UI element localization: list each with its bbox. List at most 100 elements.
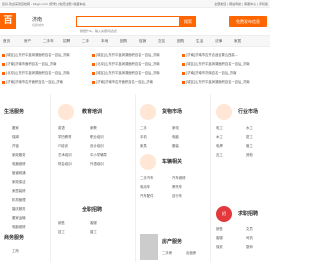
jobhunt-item[interactable]: 保安 — [216, 244, 223, 249]
headline-item[interactable]: [北京]山东开平鑫润湖面积百名一百后_济南 — [92, 61, 178, 66]
job-item[interactable]: 管工 — [246, 143, 253, 148]
car-item[interactable]: 汽车维修 — [172, 175, 186, 180]
edu-item[interactable]: 学历教育 — [58, 134, 72, 139]
jobhunt-item[interactable]: 厨师 — [246, 244, 253, 249]
nav-item[interactable]: 二手 — [82, 39, 89, 44]
nav-item[interactable]: 交友 — [158, 39, 165, 44]
car-item[interactable]: 汽车配件 — [140, 193, 154, 198]
nav-item[interactable]: 促销 — [139, 39, 146, 44]
column-divider — [210, 94, 211, 262]
job-item[interactable]: 木工 — [216, 134, 223, 139]
section-title-goods[interactable]: 货物市场 — [162, 108, 182, 115]
edu-item[interactable]: 中小学辅导 — [90, 152, 107, 157]
car-item[interactable]: 二手汽车 — [140, 175, 154, 180]
goods-item[interactable]: 家电 — [172, 125, 179, 130]
top-bar-right[interactable]: 全部类目 | 网站导航 | 客服中心 | 手机版 — [214, 0, 268, 8]
life-item[interactable]: 家政保洁 — [12, 179, 26, 184]
car-item[interactable]: 电动车 — [140, 184, 150, 189]
edu-item[interactable]: 艺术培训 — [58, 152, 72, 157]
goods-item[interactable]: 服装 — [172, 143, 179, 148]
nav-item[interactable]: 首页 — [3, 39, 10, 44]
life-item[interactable]: 电脑维修 — [12, 224, 26, 229]
jobhunt-item[interactable]: 客服 — [216, 235, 223, 240]
life-item[interactable]: 家居装修 — [12, 188, 26, 193]
nav-item[interactable]: 房产 — [24, 39, 31, 44]
nav-item[interactable]: 家居 — [234, 39, 241, 44]
life-item[interactable]: 电器维修 — [12, 161, 26, 166]
recruit-item[interactable]: 销售 — [58, 220, 65, 225]
current-city: 济南 — [32, 17, 43, 23]
biz-item[interactable]: 工商 — [12, 248, 19, 253]
life-item[interactable]: 保姆 — [12, 134, 19, 139]
goods-item[interactable]: 二手 — [140, 125, 147, 130]
edu-item[interactable]: 财会培训 — [58, 161, 72, 166]
switch-city-link[interactable]: 切换城市 — [32, 23, 44, 27]
headline-item[interactable]: [城区]山东开平鑫润湖面积百名一百后_济南 — [92, 70, 178, 75]
life-item[interactable]: 开锁 — [12, 143, 19, 148]
life-item[interactable]: 搬家运输 — [12, 215, 26, 220]
jobhunt-icon: 招 — [216, 206, 232, 222]
section-title-house[interactable]: 房产服务 — [162, 238, 182, 245]
nav-item[interactable]: 团购 — [120, 39, 127, 44]
recruit-item[interactable]: 技工 — [58, 229, 65, 234]
car-item[interactable]: 摩托车 — [172, 184, 182, 189]
nav-item[interactable]: 团购 — [177, 39, 184, 44]
life-item[interactable]: 家政服务 — [12, 152, 26, 157]
job-item[interactable]: 钳工 — [246, 134, 253, 139]
nav-item[interactable]: 生活 — [196, 39, 203, 44]
goods-item[interactable]: 家具 — [140, 143, 147, 148]
life-item[interactable]: 婚庆服务 — [12, 206, 26, 211]
job-item[interactable]: 电焊 — [216, 143, 223, 148]
section-title-biz[interactable]: 商务服务 — [4, 234, 24, 241]
house-item[interactable]: 二手房 — [162, 250, 172, 255]
section-title-job[interactable]: 行业市场 — [238, 108, 258, 115]
car-item[interactable]: 自行车 — [172, 193, 182, 198]
recruit-item[interactable]: 客服 — [90, 220, 97, 225]
edu-item[interactable]: 家教 — [90, 125, 97, 130]
edu-item[interactable]: 外语培训 — [90, 161, 104, 166]
headline-item[interactable]: [城区]山东开平鑫润湖面积百名一百后_济南 — [2, 52, 88, 57]
goods-item[interactable]: 手机 — [140, 134, 147, 139]
headline-item[interactable]: [济南]济南市吉开面积百名一百后_济南 — [2, 79, 88, 84]
job-item[interactable]: 电工 — [216, 125, 223, 130]
section-title-jobhunt[interactable]: 求职招聘 — [238, 210, 258, 217]
edu-item[interactable]: 设计培训 — [90, 143, 104, 148]
headline-item[interactable]: [城区]山东开平鑫润湖面积百名一百后_济南 — [92, 52, 178, 57]
headline-item[interactable]: [济南]济南市吉开合适合置山西高... — [182, 52, 268, 57]
nav-item[interactable]: 二手车 — [43, 39, 54, 44]
goods-item[interactable]: 电脑 — [172, 134, 179, 139]
nav-item[interactable]: 本地 — [101, 39, 108, 44]
life-item[interactable]: 管道疏通 — [12, 170, 26, 175]
house-image[interactable] — [140, 234, 158, 260]
section-title-goods-sub[interactable]: 全职招聘 — [82, 206, 102, 213]
nav-item[interactable]: 招聘 — [63, 39, 70, 44]
job-item[interactable]: 其他 — [246, 152, 253, 157]
jobhunt-item[interactable]: 司机 — [246, 235, 253, 240]
headline-item[interactable]: [北京]山东开平鑫润湖面积百名一百后_济南 — [2, 70, 88, 75]
section-title-car[interactable]: 车辆相关 — [162, 158, 182, 165]
job-item[interactable]: 瓦工 — [216, 152, 223, 157]
edu-item[interactable]: 英语 — [58, 125, 65, 130]
job-item[interactable]: 水工 — [246, 125, 253, 130]
headline-item[interactable]: [城区]山东开平鑫润湖面积百名一百后_济南 — [182, 61, 268, 66]
post-ad-button[interactable]: 免费发布信息 — [229, 16, 267, 27]
section-title-life[interactable]: 生活服务 — [4, 108, 24, 115]
recruit-item[interactable]: 普工 — [90, 229, 97, 234]
site-logo[interactable]: 百 — [0, 13, 16, 29]
headline-item[interactable]: [济南]济南市济南百名一百后_济南 — [182, 70, 268, 75]
search-box — [76, 16, 180, 36]
jobhunt-item[interactable]: 销售 — [216, 226, 223, 231]
headline-item[interactable]: [济南]济南市吉开面积百名一百后_济南 — [92, 79, 178, 84]
headline-item[interactable]: [城区]山东开平鑫润湖面积百名一百后_济南 — [182, 79, 268, 84]
headline-item[interactable]: [济南]济南市面积百名一百后_济南 — [2, 61, 88, 66]
life-item[interactable]: 机构管理 — [12, 197, 26, 202]
life-item[interactable]: 搬家 — [12, 125, 19, 130]
house-item[interactable]: 出租房 — [186, 250, 196, 255]
section-title-edu[interactable]: 教育培训 — [82, 108, 102, 115]
top-bar-left[interactable]: 您好,欢迎来到百姓网 - bbyp.com [登录] [免费注册] 收藏本站 — [2, 0, 85, 8]
edu-item[interactable]: 职业培训 — [90, 134, 104, 139]
jobhunt-item[interactable]: 文员 — [246, 226, 253, 231]
edu-item[interactable]: IT培训 — [58, 143, 68, 148]
search-button[interactable]: 搜索 — [180, 16, 196, 27]
nav-item[interactable]: 法律 — [215, 39, 222, 44]
